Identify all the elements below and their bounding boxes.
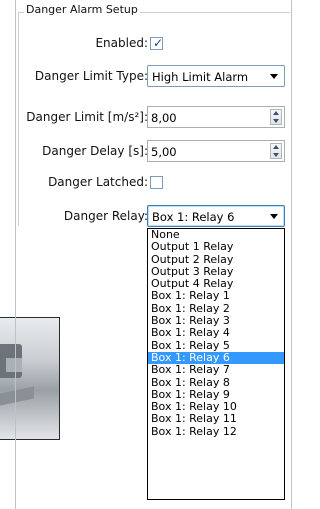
spinner-up-icon	[273, 145, 279, 149]
relay-option[interactable]: Box 1: Relay 12	[148, 425, 284, 438]
spinner-arrows-icon[interactable]	[270, 143, 282, 159]
spinner-arrows-icon[interactable]	[270, 109, 282, 125]
limit-type-label: Danger Limit Type:	[34, 69, 148, 83]
enabled-checkbox[interactable]: ✓	[150, 36, 164, 50]
panel-left-border	[15, 0, 16, 509]
spinner-up-icon	[273, 111, 279, 115]
checkmark-icon: ✓	[153, 36, 164, 50]
delay-input[interactable]: 5,00	[147, 140, 285, 162]
spinner-down-icon	[273, 119, 279, 123]
relay-option[interactable]: Output 1 Relay	[148, 241, 284, 253]
relay-option[interactable]: Box 1: Relay 1	[148, 290, 284, 302]
limit-label: Danger Limit [m/s²]:	[26, 110, 148, 124]
relay-dropdown-list[interactable]: None Output 1 Relay Output 2 Relay Output 3…	[147, 228, 285, 500]
device-photo	[0, 317, 60, 440]
limit-input[interactable]: 8,00	[147, 106, 285, 128]
limit-value: 8,00	[151, 111, 177, 125]
relay-value: Box 1: Relay 6	[152, 210, 235, 224]
relay-option[interactable]: Box 1: Relay 8	[148, 376, 284, 389]
latched-checkbox[interactable]	[150, 176, 163, 189]
relay-option[interactable]: Box 1: Relay 11	[148, 413, 284, 425]
limit-type-value: High Limit Alarm	[152, 70, 249, 84]
relay-option[interactable]: Box 1: Relay 4	[148, 327, 284, 339]
relay-label: Danger Relay:	[63, 209, 148, 223]
latched-label: Danger Latched:	[48, 175, 148, 189]
delay-label: Danger Delay [s]:	[42, 144, 148, 158]
panel-right-border	[291, 0, 292, 509]
chevron-down-icon	[270, 214, 278, 219]
chevron-down-icon	[270, 74, 278, 79]
spinner-down-icon	[273, 153, 279, 157]
enabled-label: Enabled:	[95, 36, 148, 50]
relay-select[interactable]: Box 1: Relay 6	[147, 205, 285, 227]
relay-option[interactable]: Box 1: Relay 7	[148, 364, 284, 376]
delay-value: 5,00	[151, 145, 177, 159]
group-title: Danger Alarm Setup	[24, 3, 140, 16]
limit-type-select[interactable]: High Limit Alarm	[147, 65, 285, 87]
